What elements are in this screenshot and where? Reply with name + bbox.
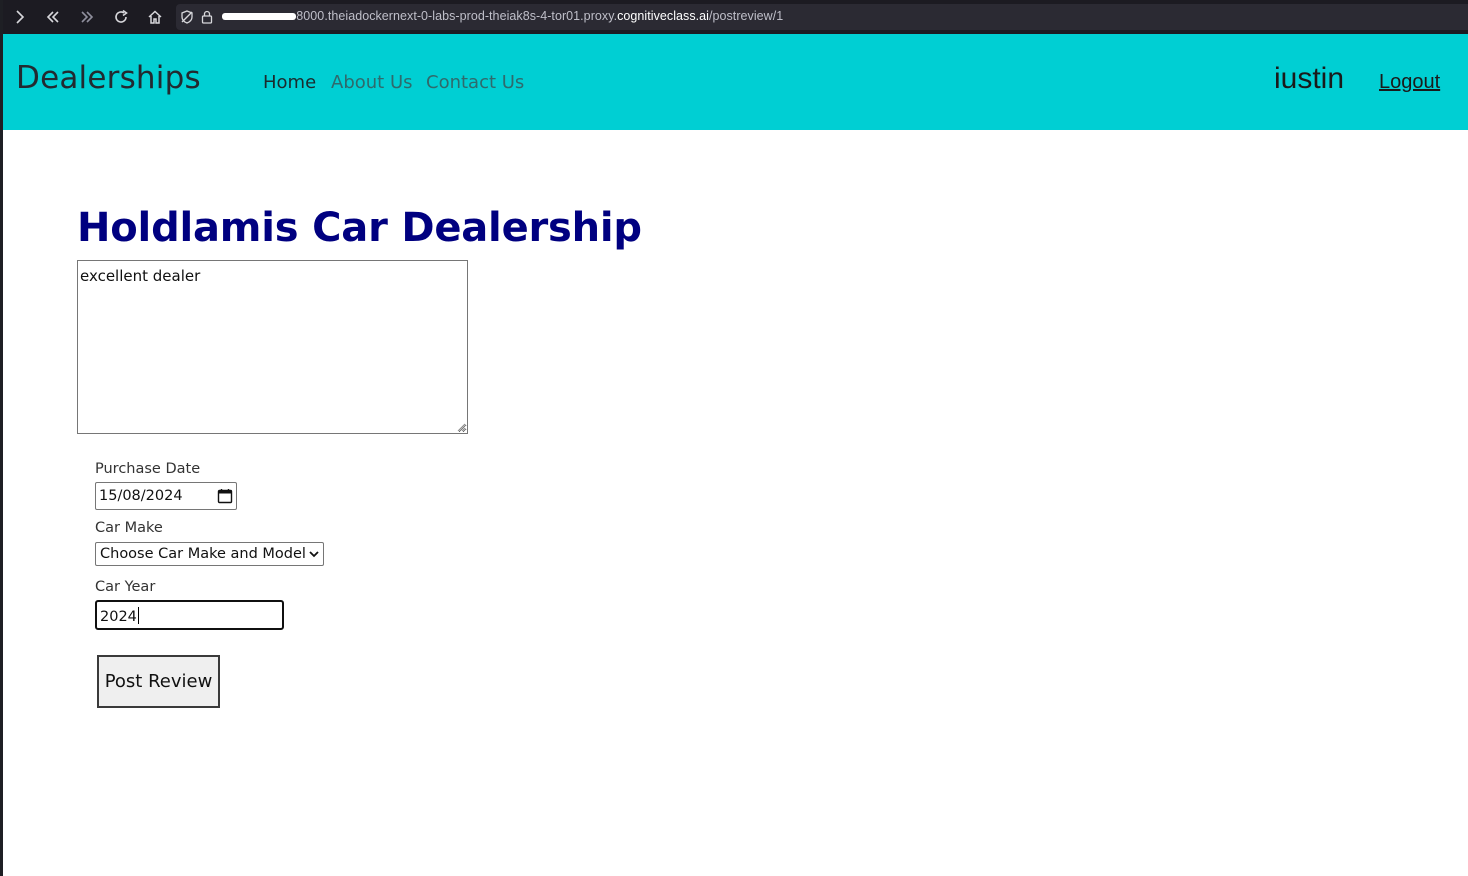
nav-about-link[interactable]: About Us: [331, 72, 413, 93]
car-year-value: 2024: [100, 607, 139, 625]
forward-icon[interactable]: [10, 7, 30, 27]
browser-toolbar: iustinkasana-8000.theiadockernext-0-labs…: [0, 0, 1468, 35]
username: iustin: [1274, 62, 1345, 95]
car-year-label: Car Year: [95, 579, 156, 595]
home-icon[interactable]: [145, 7, 165, 27]
text-caret: [137, 607, 139, 624]
brand-title[interactable]: Dealerships: [16, 60, 201, 96]
purchase-date-input[interactable]: 15/08/2024: [95, 482, 237, 510]
chevron-down-icon: [309, 551, 319, 558]
review-textarea[interactable]: [77, 260, 468, 434]
lock-icon: [197, 7, 217, 27]
car-make-selected: Choose Car Make and Model: [100, 546, 306, 562]
back-history-icon[interactable]: [43, 7, 63, 27]
post-review-button[interactable]: Post Review: [97, 655, 220, 708]
car-make-label: Car Make: [95, 520, 163, 536]
tracking-protection-icon[interactable]: [177, 7, 197, 27]
calendar-icon[interactable]: [217, 488, 233, 504]
app-window: iustinkasana-8000.theiadockernext-0-labs…: [0, 0, 1468, 876]
forward-history-icon[interactable]: [77, 7, 97, 27]
nav-contact-link[interactable]: Contact Us: [426, 72, 524, 93]
purchase-date-label: Purchase Date: [95, 461, 201, 477]
reload-icon[interactable]: [111, 7, 131, 27]
window-edge: [0, 0, 3, 876]
logout-link[interactable]: Logout: [1379, 71, 1440, 94]
url-text[interactable]: iustinkasana-8000.theiadockernext-0-labs…: [222, 9, 783, 23]
dealer-title: Holdlamis Car Dealership: [77, 205, 642, 251]
url-redaction: [222, 13, 296, 20]
car-make-select[interactable]: Choose Car Make and Model: [95, 542, 324, 566]
purchase-date-value: 15/08/2024: [99, 488, 183, 504]
car-year-input[interactable]: 2024: [95, 600, 284, 630]
nav-home-link[interactable]: Home: [263, 72, 316, 93]
site-navbar: Dealerships Home About Us Contact Us ius…: [3, 34, 1468, 130]
